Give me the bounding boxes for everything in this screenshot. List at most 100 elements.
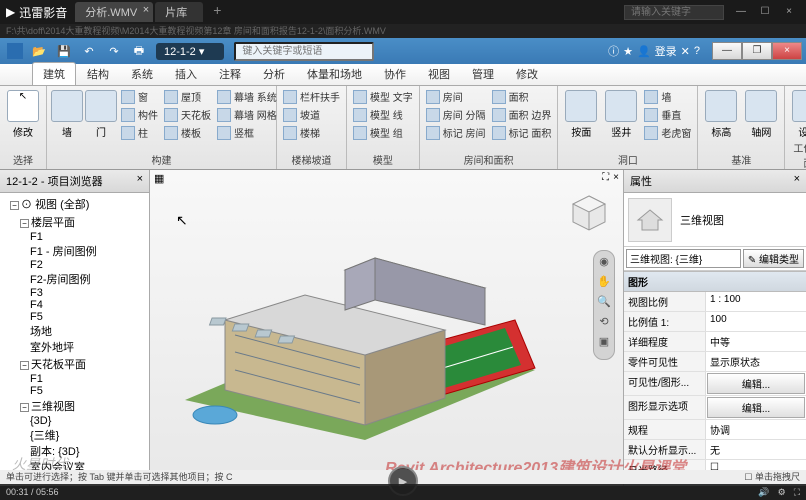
exchange-icon[interactable]: ✕ bbox=[681, 45, 690, 58]
door-button[interactable]: 门 bbox=[85, 88, 117, 139]
property-row[interactable]: 图形显示选项编辑... bbox=[624, 396, 806, 420]
tab-analyze[interactable]: 分析 bbox=[252, 62, 296, 85]
viewport-3d[interactable]: ▦ ⛶ × ↖ ◉ ✋ 🔍 ⟲ ▣ bbox=[150, 170, 624, 486]
area-boundary-button[interactable]: 面积 边界 bbox=[490, 106, 554, 123]
property-value[interactable]: 显示原状态 bbox=[706, 352, 806, 371]
close-icon[interactable]: × bbox=[137, 173, 143, 189]
property-row[interactable]: 零件可见性显示原状态 bbox=[624, 352, 806, 372]
print-icon[interactable]: 🖶 bbox=[128, 41, 150, 61]
property-row[interactable]: 比例值 1:100 bbox=[624, 312, 806, 332]
add-tab-button[interactable]: + bbox=[205, 2, 229, 22]
app-minimize-button[interactable]: — bbox=[712, 42, 742, 60]
room-sep-button[interactable]: 房间 分隔 bbox=[424, 106, 488, 123]
close-button[interactable]: × bbox=[778, 4, 800, 20]
model-line-button[interactable]: 模型 线 bbox=[351, 106, 415, 123]
section-graphics[interactable]: 图形 bbox=[624, 271, 806, 292]
orbit-icon[interactable]: ⟲ bbox=[594, 315, 614, 335]
redo-icon[interactable]: ↷ bbox=[103, 41, 125, 61]
save-icon[interactable]: 💾 bbox=[53, 41, 75, 61]
tree-item[interactable]: F1 bbox=[2, 231, 147, 243]
level-button[interactable]: 标高 bbox=[702, 88, 740, 139]
tab-annotate[interactable]: 注释 bbox=[208, 62, 252, 85]
tree-item[interactable]: F3 bbox=[2, 287, 147, 299]
browser-tree[interactable]: −⊙ 视图 (全部) −楼层平面 F1 F1 - 房间图例 F2 F2-房间图例… bbox=[0, 193, 149, 486]
pan-icon[interactable]: ✋ bbox=[594, 275, 614, 295]
property-value[interactable]: 无 bbox=[706, 440, 806, 459]
viewcube[interactable] bbox=[565, 190, 613, 238]
document-selector[interactable]: 12-1-2 ▾ bbox=[156, 43, 224, 60]
login-link[interactable]: 登录 bbox=[655, 43, 677, 59]
model-text-button[interactable]: 模型 文字 bbox=[351, 88, 415, 105]
tree-item[interactable]: F5 bbox=[2, 311, 147, 323]
model-group-button[interactable]: 模型 组 bbox=[351, 124, 415, 141]
dormer-button[interactable]: 老虎窗 bbox=[642, 124, 693, 141]
tab-structure[interactable]: 结构 bbox=[76, 62, 120, 85]
tab-view[interactable]: 视图 bbox=[417, 62, 461, 85]
stair-button[interactable]: 楼梯 bbox=[281, 124, 342, 141]
room-button[interactable]: 房间 bbox=[424, 88, 488, 105]
undo-icon[interactable]: ↶ bbox=[78, 41, 100, 61]
area-button[interactable]: 面积 bbox=[490, 88, 554, 105]
building-model[interactable] bbox=[165, 200, 545, 450]
property-row[interactable]: 详细程度中等 bbox=[624, 332, 806, 352]
property-row[interactable]: 可见性/图形...编辑... bbox=[624, 372, 806, 396]
section-box-icon[interactable]: ▣ bbox=[594, 335, 614, 355]
tree-item[interactable]: F2-房间图例 bbox=[2, 271, 147, 287]
infocenter-icon[interactable]: ⓘ bbox=[608, 43, 619, 59]
tab-manage[interactable]: 管理 bbox=[461, 62, 505, 85]
tree-item[interactable]: F1 bbox=[2, 373, 147, 385]
tree-item[interactable]: F5 bbox=[2, 385, 147, 397]
maximize-view-icon[interactable]: ⛶ bbox=[602, 172, 609, 183]
shaft-button[interactable]: 竖井 bbox=[602, 88, 640, 139]
ramp-button[interactable]: 坡道 bbox=[281, 106, 342, 123]
zoom-icon[interactable]: 🔍 bbox=[594, 295, 614, 315]
close-icon[interactable]: × bbox=[143, 4, 149, 16]
curtain-system-button[interactable]: 幕墙 系统 bbox=[215, 88, 279, 105]
floor-button[interactable]: 楼板 bbox=[162, 124, 213, 141]
property-value[interactable]: 协调 bbox=[706, 420, 806, 439]
tree-group-ceilingplans[interactable]: −天花板平面 bbox=[2, 355, 147, 373]
edit-type-button[interactable]: ✎ 编辑类型 bbox=[743, 249, 804, 268]
ceiling-button[interactable]: 天花板 bbox=[162, 106, 213, 123]
curtain-grid-button[interactable]: 幕墙 网格 bbox=[215, 106, 279, 123]
player-search-input[interactable] bbox=[624, 5, 724, 20]
fullscreen-icon[interactable]: ⛶ bbox=[794, 487, 800, 498]
instance-selector[interactable]: 三维视图: {三维} bbox=[626, 249, 741, 268]
navigation-bar[interactable]: ◉ ✋ 🔍 ⟲ ▣ bbox=[593, 250, 615, 360]
mullion-button[interactable]: 竖框 bbox=[215, 124, 279, 141]
tree-item[interactable]: 室外地坪 bbox=[2, 339, 147, 355]
property-row[interactable]: 规程协调 bbox=[624, 420, 806, 440]
grid-button[interactable]: 轴网 bbox=[742, 88, 780, 139]
tree-item[interactable]: F4 bbox=[2, 299, 147, 311]
wall-opening-button[interactable]: 墙 bbox=[642, 88, 693, 105]
player-tab-video[interactable]: 分析.WMV × bbox=[75, 2, 153, 22]
tag-room-button[interactable]: 标记 房间 bbox=[424, 124, 488, 141]
property-value[interactable]: 中等 bbox=[706, 332, 806, 351]
tab-modify[interactable]: 修改 bbox=[505, 62, 549, 85]
tab-insert[interactable]: 插入 bbox=[164, 62, 208, 85]
tab-architecture[interactable]: 建筑 bbox=[32, 62, 76, 85]
tree-item[interactable]: {3D} bbox=[2, 415, 147, 427]
property-value[interactable]: 1 : 100 bbox=[706, 292, 806, 311]
player-tab-library[interactable]: 片库 bbox=[155, 2, 203, 22]
tree-group-floorplans[interactable]: −楼层平面 bbox=[2, 213, 147, 231]
tree-item[interactable]: 场地 bbox=[2, 323, 147, 339]
app-menu-button[interactable] bbox=[4, 41, 26, 61]
tree-root[interactable]: −⊙ 视图 (全部) bbox=[2, 195, 147, 213]
tab-massing[interactable]: 体量和场地 bbox=[296, 62, 373, 85]
volume-icon[interactable]: 🔊 bbox=[758, 487, 769, 498]
vertical-opening-button[interactable]: 垂直 bbox=[642, 106, 693, 123]
tab-collaborate[interactable]: 协作 bbox=[373, 62, 417, 85]
minimize-button[interactable]: — bbox=[730, 4, 752, 20]
property-row[interactable]: 视图比例1 : 100 bbox=[624, 292, 806, 312]
user-icon[interactable]: 👤 bbox=[637, 45, 651, 58]
tab-systems[interactable]: 系统 bbox=[120, 62, 164, 85]
tag-area-button[interactable]: 标记 面积 bbox=[490, 124, 554, 141]
star-icon[interactable]: ★ bbox=[623, 45, 633, 58]
wall-button[interactable]: 墙 bbox=[51, 88, 83, 139]
tree-item[interactable]: {三维} bbox=[2, 427, 147, 443]
property-value[interactable]: 编辑... bbox=[707, 397, 805, 418]
railing-button[interactable]: 栏杆扶手 bbox=[281, 88, 342, 105]
modify-button[interactable]: ↖修改 bbox=[4, 88, 42, 139]
by-face-button[interactable]: 按面 bbox=[562, 88, 600, 139]
